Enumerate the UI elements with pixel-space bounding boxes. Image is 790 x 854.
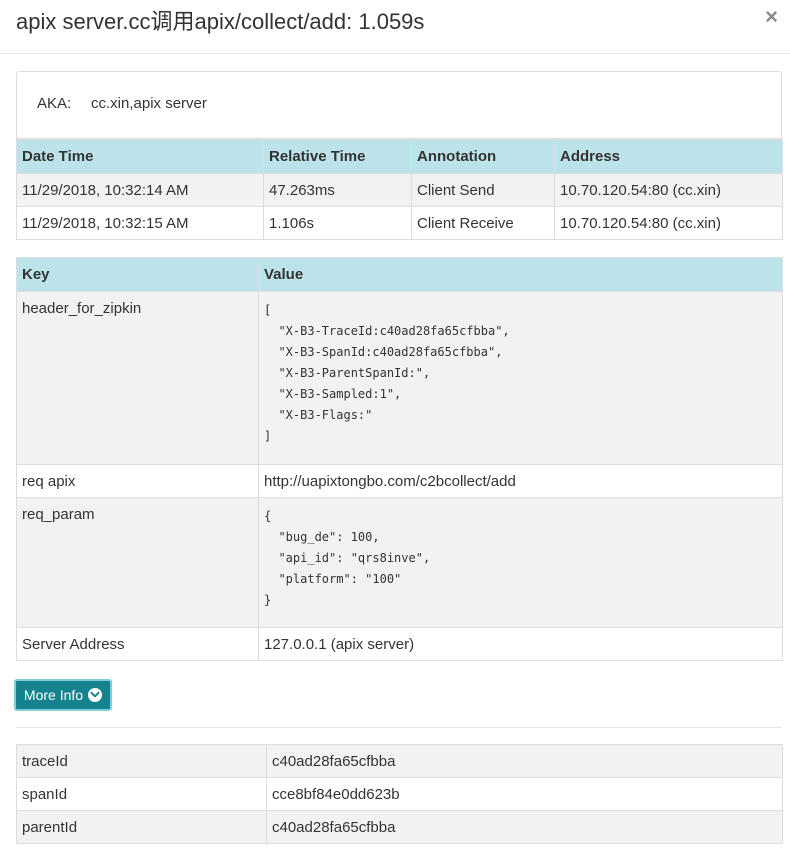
cell-date-time: 11/29/2018, 10:32:14 AM (16, 173, 264, 207)
tags-table: Key Value header_for_zipkin [ "X-B3-Trac… (16, 257, 783, 661)
table-row: req_param { "bug_de": 100, "api_id": "qr… (16, 497, 783, 628)
divider (16, 727, 782, 728)
table-row: 11/29/2018, 10:32:14 AM 47.263ms Client … (16, 173, 783, 207)
cell-annotation: Client Send (411, 173, 555, 207)
cell-value: { "bug_de": 100, "api_id": "qrs8inve", "… (258, 497, 783, 628)
cell-id-value: cce8bf84e0dd623b (266, 777, 783, 811)
table-row: parentId c40ad28fa65cfbba (16, 810, 783, 844)
cell-id-value: c40ad28fa65cfbba (266, 810, 783, 844)
column-header-address: Address (554, 139, 783, 174)
more-info-label: More Info (23, 687, 84, 703)
cell-relative-time: 47.263ms (263, 173, 412, 207)
cell-id-key: spanId (16, 777, 267, 811)
close-icon[interactable]: × (765, 6, 778, 28)
table-header-row: Date Time Relative Time Annotation Addre… (16, 139, 783, 174)
column-header-relative-time: Relative Time (263, 139, 412, 174)
aka-value: cc.xin,apix server (91, 95, 207, 112)
cell-id-key: parentId (16, 810, 267, 844)
cell-date-time: 11/29/2018, 10:32:15 AM (16, 206, 264, 240)
cell-id-value: c40ad28fa65cfbba (266, 744, 783, 778)
aka-panel: AKA: cc.xin,apix server (16, 71, 782, 139)
column-header-value: Value (258, 257, 783, 292)
table-row: spanId cce8bf84e0dd623b (16, 777, 783, 811)
modal-title: apix server.cc调用apix/collect/add: 1.059s (16, 9, 425, 34)
cell-key: req_param (16, 497, 259, 628)
annotations-table: Date Time Relative Time Annotation Addre… (16, 139, 783, 240)
aka-label: AKA: (37, 95, 72, 112)
cell-relative-time: 1.106s (263, 206, 412, 240)
cell-value: http://uapixtongbo.com/c2bcollect/add (258, 464, 783, 498)
cell-address: 10.70.120.54:80 (cc.xin) (554, 206, 783, 240)
cell-address: 10.70.120.54:80 (cc.xin) (554, 173, 783, 207)
cell-key: header_for_zipkin (16, 291, 259, 465)
column-header-key: Key (16, 257, 259, 292)
table-row: req apix http://uapixtongbo.com/c2bcolle… (16, 464, 783, 498)
cell-annotation: Client Receive (411, 206, 555, 240)
table-row: traceId c40ad28fa65cfbba (16, 744, 783, 778)
table-row: Server Address 127.0.0.1 (apix server) (16, 627, 783, 661)
column-header-date-time: Date Time (16, 139, 264, 174)
cell-value: 127.0.0.1 (apix server) (258, 627, 783, 661)
table-row: header_for_zipkin [ "X-B3-TraceId:c40ad2… (16, 291, 783, 465)
cell-id-key: traceId (16, 744, 267, 778)
ids-table: traceId c40ad28fa65cfbba spanId cce8bf84… (16, 744, 783, 844)
modal-header: apix server.cc调用apix/collect/add: 1.059s… (0, 0, 790, 54)
table-header-row: Key Value (16, 257, 783, 292)
column-header-annotation: Annotation (411, 139, 555, 174)
table-row: 11/29/2018, 10:32:15 AM 1.106s Client Re… (16, 206, 783, 240)
cell-key: Server Address (16, 627, 259, 661)
chevron-down-icon (88, 688, 103, 702)
cell-key: req apix (16, 464, 259, 498)
more-info-button[interactable]: More Info (14, 679, 112, 711)
json-value: { "bug_de": 100, "api_id": "qrs8inve", "… (264, 509, 431, 607)
cell-value: [ "X-B3-TraceId:c40ad28fa65cfbba", "X-B3… (258, 291, 783, 465)
json-value: [ "X-B3-TraceId:c40ad28fa65cfbba", "X-B3… (264, 303, 510, 443)
